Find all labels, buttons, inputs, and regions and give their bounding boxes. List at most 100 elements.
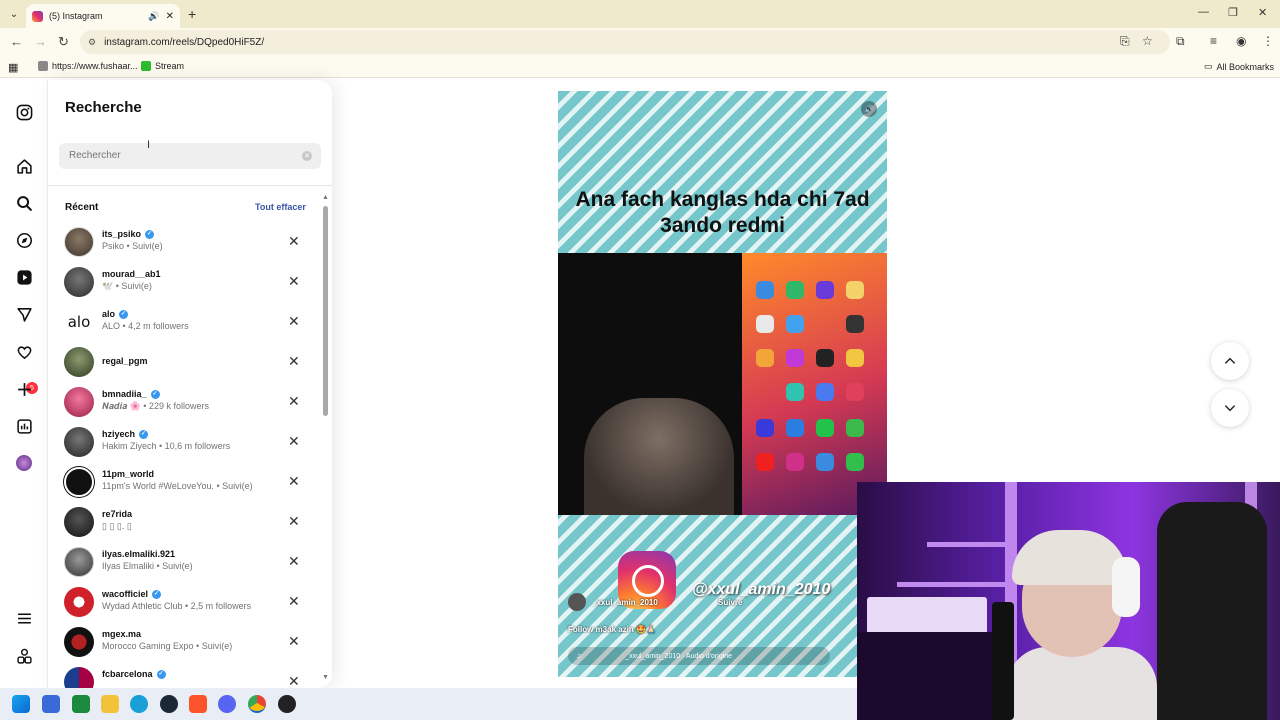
author-username[interactable]: _xxul_amin_2010: [592, 598, 658, 607]
microphone: [992, 602, 1014, 720]
scroll-down-icon[interactable]: ▼: [322, 674, 329, 681]
dashboard-icon[interactable]: [14, 416, 34, 436]
remove-item-icon[interactable]: ✕: [288, 473, 300, 490]
all-bookmarks[interactable]: ▭ All Bookmarks: [1204, 61, 1274, 72]
list-item[interactable]: wacofficiel ✓ Wydad Athletic Club • 2,5 m…: [48, 583, 320, 623]
avatar: [64, 427, 94, 457]
store-icon[interactable]: [72, 695, 90, 713]
forward-icon[interactable]: →: [34, 34, 47, 49]
profile-avatar[interactable]: [14, 453, 34, 473]
tab-close-icon[interactable]: ✕: [166, 11, 174, 22]
explore-icon[interactable]: [14, 230, 34, 250]
brave-icon[interactable]: [189, 695, 207, 713]
bookmark-label: https://www.fushaar...: [52, 61, 138, 71]
remove-item-icon[interactable]: ✕: [288, 353, 300, 370]
tab-search-icon[interactable]: ⌄: [6, 6, 22, 22]
scrollbar[interactable]: ▲ ▼: [322, 194, 329, 684]
remove-item-icon[interactable]: ✕: [288, 313, 300, 330]
tab-audio-icon[interactable]: 🔊: [148, 11, 159, 22]
username: fcbarcelona ✓: [102, 669, 166, 679]
remove-item-icon[interactable]: ✕: [288, 273, 300, 290]
profile-avatar-icon[interactable]: ◉: [1236, 34, 1246, 48]
home-icon[interactable]: [14, 156, 34, 176]
minimize-icon[interactable]: —: [1198, 6, 1209, 18]
remove-item-icon[interactable]: ✕: [288, 633, 300, 650]
sound-toggle-icon[interactable]: 🔊: [861, 101, 877, 117]
reel-audio-link[interactable]: ♫ _xxul_amin_2010 · Audio d'origine: [568, 647, 830, 665]
apps-grid-icon[interactable]: ▦: [8, 61, 18, 74]
new-tab-button[interactable]: +: [188, 6, 196, 22]
chevron-up-icon: [1224, 357, 1236, 364]
steam-icon[interactable]: [160, 695, 178, 713]
remove-item-icon[interactable]: ✕: [288, 433, 300, 450]
messages-icon[interactable]: [14, 304, 34, 324]
list-item[interactable]: mourad__ab1 🕊️ • Suivi(e) ✕: [48, 263, 320, 303]
user-subtitle: 𝑵𝒂𝒅𝒊𝒂 🌸 • 229 k followers: [102, 401, 209, 411]
list-item[interactable]: 11pm_world 11pm's World #WeLoveYou. • Su…: [48, 463, 320, 503]
tab-instagram[interactable]: (5) Instagram 🔊 ✕: [26, 4, 180, 28]
tab-strip: ⌄ (5) Instagram 🔊 ✕ + — ❐ ✕: [0, 0, 1280, 28]
windows-start-icon[interactable]: [12, 695, 30, 713]
list-item[interactable]: bmnadiia_ ✓ 𝑵𝒂𝒅𝒊𝒂 🌸 • 229 k followers ✕: [48, 383, 320, 423]
remove-item-icon[interactable]: ✕: [288, 393, 300, 410]
bookmark-stream[interactable]: Stream: [141, 61, 184, 71]
list-item[interactable]: alo alo ✓ ALO • 4,2 m followers ✕: [48, 303, 320, 343]
previous-reel-button[interactable]: [1211, 342, 1249, 380]
extensions-icon[interactable]: ⧉: [1176, 34, 1185, 49]
list-item[interactable]: mgex.ma Morocco Gaming Expo • Suivi(e) ✕: [48, 623, 320, 663]
remove-item-icon[interactable]: ✕: [288, 553, 300, 570]
list-item[interactable]: its_psiko ✓ Psiko • Suivi(e) ✕: [48, 223, 320, 263]
site-info-icon[interactable]: ⚙: [88, 37, 96, 48]
list-item[interactable]: re7rida ▯ ▯ ▯. ▯ ✕: [48, 503, 320, 543]
bookmark-star-icon[interactable]: ☆: [1142, 34, 1153, 48]
bookmark-fushaar[interactable]: https://www.fushaar...: [38, 61, 138, 71]
edge-icon[interactable]: [130, 695, 148, 713]
username: bmnadiia_ ✓: [102, 389, 160, 399]
clear-search-icon[interactable]: ✕: [302, 151, 312, 161]
reel-caption: Follow m3ak azin 🤩🙏🏻: [568, 625, 656, 634]
reel-player[interactable]: 🔊 Ana fach kanglas hda chi 7ad 3ando red…: [558, 91, 887, 677]
list-item[interactable]: fcbarcelona ✓ ✕: [48, 663, 320, 688]
remove-item-icon[interactable]: ✕: [288, 233, 300, 250]
remove-item-icon[interactable]: ✕: [288, 513, 300, 530]
file-explorer-icon[interactable]: [101, 695, 119, 713]
discord-icon[interactable]: [218, 695, 236, 713]
remove-item-icon[interactable]: ✕: [288, 593, 300, 610]
search-input[interactable]: [69, 150, 289, 161]
chrome-icon[interactable]: [248, 695, 266, 713]
gaming-chair: [1157, 502, 1267, 720]
scroll-up-icon[interactable]: ▲: [322, 194, 329, 201]
reels-icon[interactable]: [14, 267, 34, 287]
clear-all-button[interactable]: Tout effacer: [255, 202, 306, 212]
also-from-meta-icon[interactable]: [14, 646, 34, 666]
reel-author[interactable]: _xxul_amin_2010: [568, 593, 658, 611]
url-text: instagram.com/reels/DQped0HiF5Z/: [104, 36, 265, 48]
search-box[interactable]: ✕: [59, 143, 321, 169]
list-item[interactable]: ilyas.elmaliki.921 Ilyas Elmaliki • Suiv…: [48, 543, 320, 583]
close-window-icon[interactable]: ✕: [1258, 6, 1267, 19]
back-icon[interactable]: ←: [10, 34, 23, 49]
omnibox[interactable]: ⚙ instagram.com/reels/DQped0HiF5Z/: [80, 30, 1170, 54]
media-controls-icon[interactable]: ≡: [1210, 34, 1217, 48]
username: its_psiko ✓: [102, 229, 155, 239]
next-reel-button[interactable]: [1211, 389, 1249, 427]
author-avatar[interactable]: [568, 593, 586, 611]
scrollbar-thumb[interactable]: [323, 206, 328, 416]
create-icon[interactable]: [14, 379, 34, 399]
list-item[interactable]: hziyech ✓ Hakim Ziyech • 10,6 m followers…: [48, 423, 320, 463]
notifications-heart-icon[interactable]: [14, 342, 34, 362]
chrome-menu-icon[interactable]: ⋮: [1262, 34, 1274, 48]
task-view-icon[interactable]: [42, 695, 60, 713]
restore-icon[interactable]: ❐: [1228, 6, 1238, 19]
instagram-logo-icon[interactable]: [14, 102, 34, 122]
reload-icon[interactable]: ↻: [58, 34, 69, 50]
recorder-icon[interactable]: [278, 695, 296, 713]
avatar: [64, 467, 94, 497]
list-item[interactable]: regal_pgm ✕: [48, 343, 320, 383]
install-app-icon[interactable]: ⎘: [1120, 34, 1130, 49]
username: hziyech ✓: [102, 429, 149, 439]
remove-item-icon[interactable]: ✕: [288, 673, 300, 688]
more-menu-icon[interactable]: [14, 608, 34, 628]
follow-button[interactable]: Suivre: [718, 598, 742, 607]
search-icon[interactable]: [14, 193, 34, 213]
